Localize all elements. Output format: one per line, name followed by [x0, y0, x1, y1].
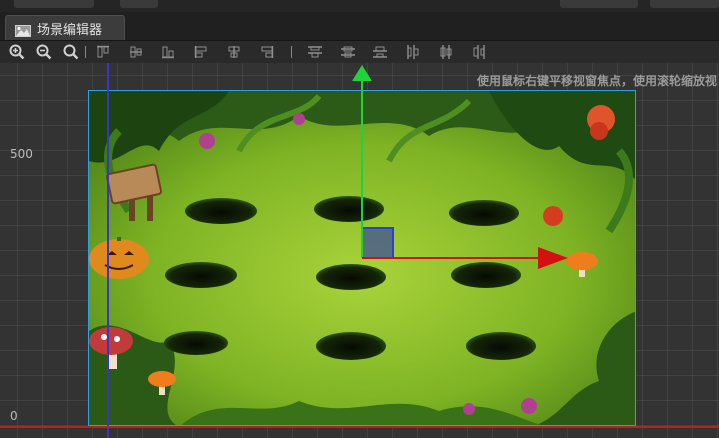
align-left-icon[interactable]: [193, 44, 209, 60]
distribute-right-icon[interactable]: [471, 44, 487, 60]
distribute-bottom-icon[interactable]: [372, 44, 388, 60]
align-bottom-icon[interactable]: [160, 44, 176, 60]
align-top-icon[interactable]: [95, 44, 111, 60]
y-ruler-label-500: 500: [10, 147, 33, 161]
top-tab-stub[interactable]: [650, 0, 719, 8]
zoom-reset-icon[interactable]: [63, 44, 79, 60]
align-vcenter-icon[interactable]: [128, 44, 144, 60]
align-right-icon[interactable]: [259, 44, 275, 60]
distribute-vcenter-icon[interactable]: [340, 44, 356, 60]
world-x-axis-line: [0, 426, 719, 428]
distribute-hcenter-icon[interactable]: [438, 44, 454, 60]
scene-toolbar: [0, 41, 719, 63]
viewport-hint: 使用鼠标右键平移视窗焦点，使用滚轮缩放视: [476, 74, 717, 88]
zoom-in-icon[interactable]: [9, 44, 25, 60]
zoom-out-icon[interactable]: [36, 44, 52, 60]
tab-bar: 场景编辑器: [0, 12, 719, 41]
gizmo-center-handle[interactable]: [363, 227, 394, 257]
scene-viewport[interactable]: 500 0 使用鼠标右键平移视窗焦点，使用滚轮缩放视: [0, 63, 719, 438]
whack-holes: [164, 196, 536, 360]
align-hcenter-icon[interactable]: [226, 44, 242, 60]
tab-label: 场景编辑器: [37, 22, 103, 38]
top-tab-stub[interactable]: [560, 0, 638, 8]
distribute-top-icon[interactable]: [307, 44, 323, 60]
world-y-axis-line: [107, 63, 109, 438]
tab-scene-editor[interactable]: 场景编辑器: [5, 15, 125, 40]
toolbar-separator: [291, 46, 292, 58]
top-tab-stub[interactable]: [120, 0, 158, 8]
top-tab-stub[interactable]: [14, 0, 94, 8]
toolbar-separator: [85, 46, 86, 58]
window-top-strip: [0, 0, 719, 12]
scene-editor-icon: [15, 22, 31, 37]
distribute-left-icon[interactable]: [405, 44, 421, 60]
y-ruler-label-0: 0: [10, 409, 18, 423]
